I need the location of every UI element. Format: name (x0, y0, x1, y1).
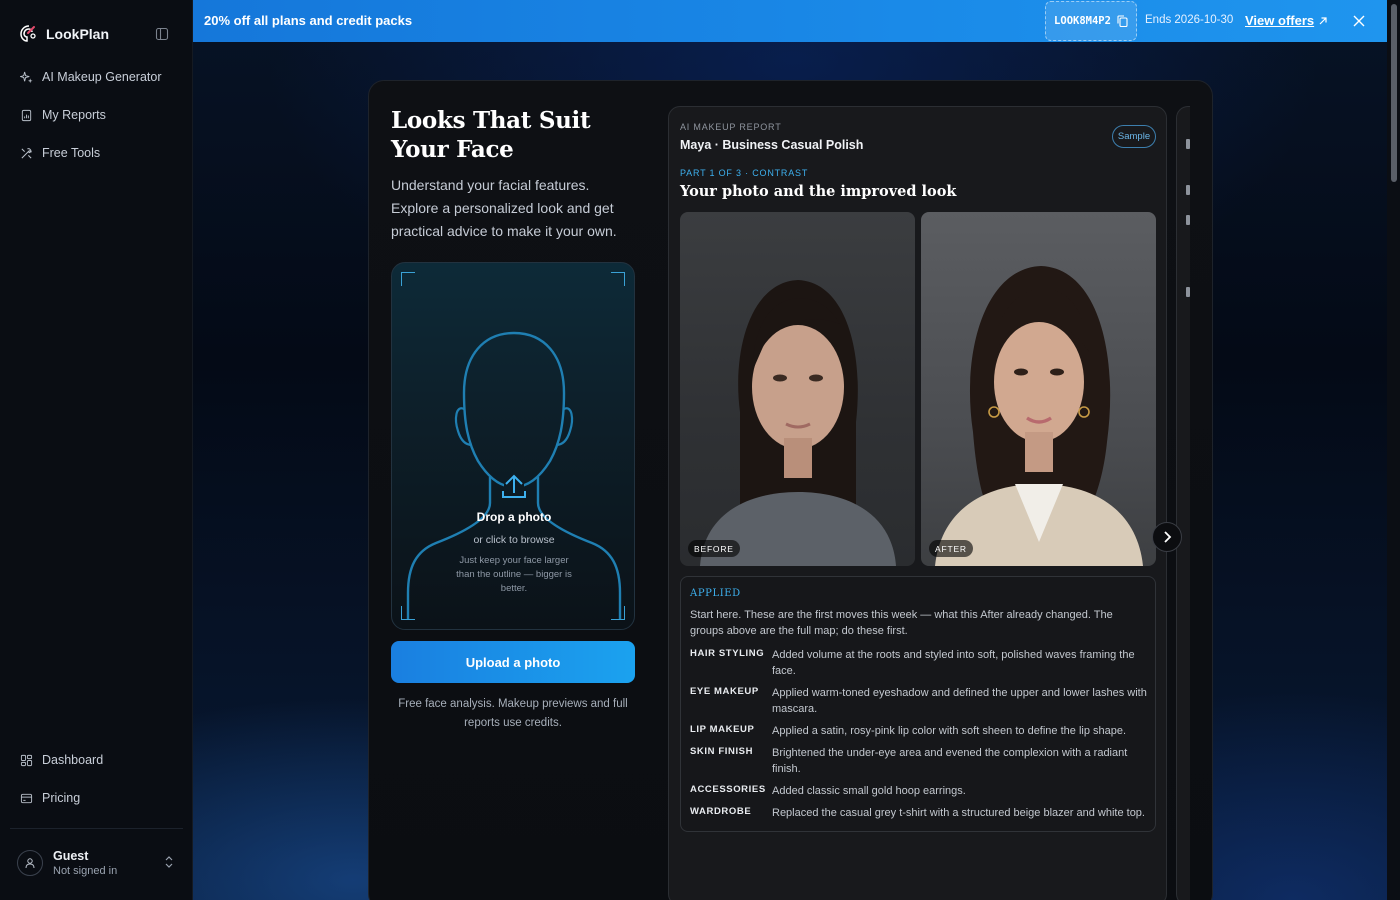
app-name: LookPlan (46, 26, 110, 42)
sidebar-item-label: AI Makeup Generator (42, 70, 162, 84)
sparkles-icon (20, 71, 33, 83)
copy-icon (1117, 15, 1128, 27)
peek-text-fragment (1186, 139, 1190, 149)
user-status: Not signed in (53, 865, 118, 877)
applied-item: SKIN FINISH Brightened the under-eye are… (690, 745, 1150, 777)
applied-item: LIP MAKEUP Applied a satin, rosy-pink li… (690, 723, 1150, 739)
peek-text-fragment (1186, 185, 1190, 195)
page-subtitle: Understand your facial features. Explore… (391, 177, 617, 239)
applied-list: HAIR STYLING Added volume at the roots a… (690, 647, 1150, 827)
user-icon (25, 858, 35, 869)
sidebar-item-label: Dashboard (42, 753, 104, 767)
photo-dropzone[interactable]: Drop a photo or click to browse Just kee… (391, 262, 635, 630)
sidebar-divider (10, 828, 183, 829)
applied-item-label: WARDROBE (690, 806, 752, 817)
page-scrollbar-thumb[interactable] (1391, 4, 1397, 182)
dropzone-hint: Just keep your face larger than the outl… (456, 555, 572, 594)
sidebar-item-label: Pricing (42, 791, 81, 805)
sidebar-collapse-icon[interactable] (155, 27, 169, 41)
after-label: AFTER (929, 540, 973, 557)
dropzone-browse-text: or click to browse (473, 534, 555, 546)
report-name: Maya · Business Casual Polish (680, 138, 864, 152)
promo-code: LOOK8M4P2 (1054, 15, 1111, 27)
applied-item: HAIR STYLING Added volume at the roots a… (690, 647, 1150, 679)
applied-item-value: Applied warm-toned eyeshadow and defined… (772, 687, 1147, 715)
applied-item: WARDROBE Replaced the casual grey t-shir… (690, 805, 1150, 821)
applied-changes-panel: APPLIED Start here. These are the first … (680, 576, 1156, 832)
report-part-label: PART 1 OF 3 · CONTRAST (680, 168, 809, 178)
view-offers-link[interactable]: View offers (1245, 13, 1328, 28)
sample-report-card: AI MAKEUP REPORT Maya · Business Casual … (668, 106, 1167, 900)
sidebar: LookPlan AI Makeup Generator My Reports (0, 0, 193, 900)
sidebar-item-ai-makeup-generator[interactable]: AI Makeup Generator (10, 60, 183, 94)
page-title: Looks That Suit Your Face (391, 107, 591, 163)
lookplan-logo-icon (20, 25, 36, 42)
promo-code-button[interactable]: LOOK8M4P2 (1045, 1, 1137, 41)
before-label: BEFORE (688, 540, 740, 557)
sample-badge: Sample (1112, 125, 1156, 148)
close-icon[interactable] (1353, 15, 1365, 27)
sidebar-item-label: My Reports (42, 108, 106, 122)
after-photo: AFTER (921, 212, 1156, 566)
tools-icon (21, 147, 32, 159)
dropzone-title: Drop a photo (476, 510, 552, 524)
before-photo: BEFORE (680, 212, 915, 566)
pricing-icon (20, 793, 33, 803)
report-kicker: AI MAKEUP REPORT (680, 122, 782, 132)
applied-item-value: Applied a satin, rosy-pink lip color wit… (772, 725, 1127, 737)
applied-item-label: EYE MAKEUP (690, 686, 759, 697)
applied-item-value: Added volume at the roots and styled int… (772, 649, 1135, 677)
next-report-card-peek[interactable] (1176, 106, 1190, 900)
external-arrow-icon (1319, 16, 1327, 24)
chevron-right-icon (1164, 531, 1172, 543)
sidebar-item-label: Free Tools (42, 146, 101, 160)
applied-item-label: LIP MAKEUP (690, 724, 755, 735)
applied-item-label: SKIN FINISH (690, 746, 754, 757)
sidebar-nav: AI Makeup Generator My Reports Free Tool… (10, 60, 183, 174)
applied-item-value: Brightened the under-eye area and evened… (772, 747, 1128, 775)
portrait-illustration (700, 280, 896, 566)
promo-banner: 20% off all plans and credit packs LOOK8… (193, 0, 1387, 42)
user-name: Guest (53, 849, 89, 863)
applied-item: ACCESSORIES Added classic small gold hoo… (690, 783, 1150, 799)
dashboard-icon (20, 754, 33, 766)
sidebar-bottom-nav: Dashboard Pricing (10, 743, 183, 819)
avatar (17, 850, 43, 876)
credits-note: Free face analysis. Makeup previews and … (398, 698, 628, 729)
applied-item-value: Replaced the casual grey t-shirt with a … (772, 807, 1145, 819)
applied-intro: Start here. These are the first moves th… (690, 609, 1113, 637)
next-slide-button[interactable] (1152, 522, 1182, 552)
peek-text-fragment (1186, 287, 1190, 297)
applied-item-label: ACCESSORIES (690, 784, 766, 795)
report-section-heading: Your photo and the improved look (680, 183, 957, 200)
peek-text-fragment (1186, 215, 1190, 225)
sidebar-item-free-tools[interactable]: Free Tools (10, 136, 183, 170)
promo-text: 20% off all plans and credit packs (204, 13, 413, 28)
applied-item-value: Added classic small gold hoop earrings. (772, 785, 966, 797)
sidebar-item-my-reports[interactable]: My Reports (10, 98, 183, 132)
applied-heading: APPLIED (690, 588, 741, 599)
chevron-up-down-icon (165, 856, 173, 868)
promo-end-date: Ends 2026-10-30 (1145, 14, 1234, 26)
upload-photo-button[interactable]: Upload a photo (391, 641, 635, 683)
brand[interactable]: LookPlan (18, 24, 109, 44)
applied-item-label: HAIR STYLING (690, 648, 765, 659)
portrait-illustration (935, 266, 1143, 566)
sidebar-item-dashboard[interactable]: Dashboard (10, 743, 183, 777)
user-menu[interactable]: Guest Not signed in (10, 840, 183, 886)
applied-item: EYE MAKEUP Applied warm-toned eyeshadow … (690, 685, 1150, 717)
report-icon (21, 109, 32, 121)
sidebar-item-pricing[interactable]: Pricing (10, 781, 183, 815)
view-offers-label: View offers (1245, 13, 1315, 28)
